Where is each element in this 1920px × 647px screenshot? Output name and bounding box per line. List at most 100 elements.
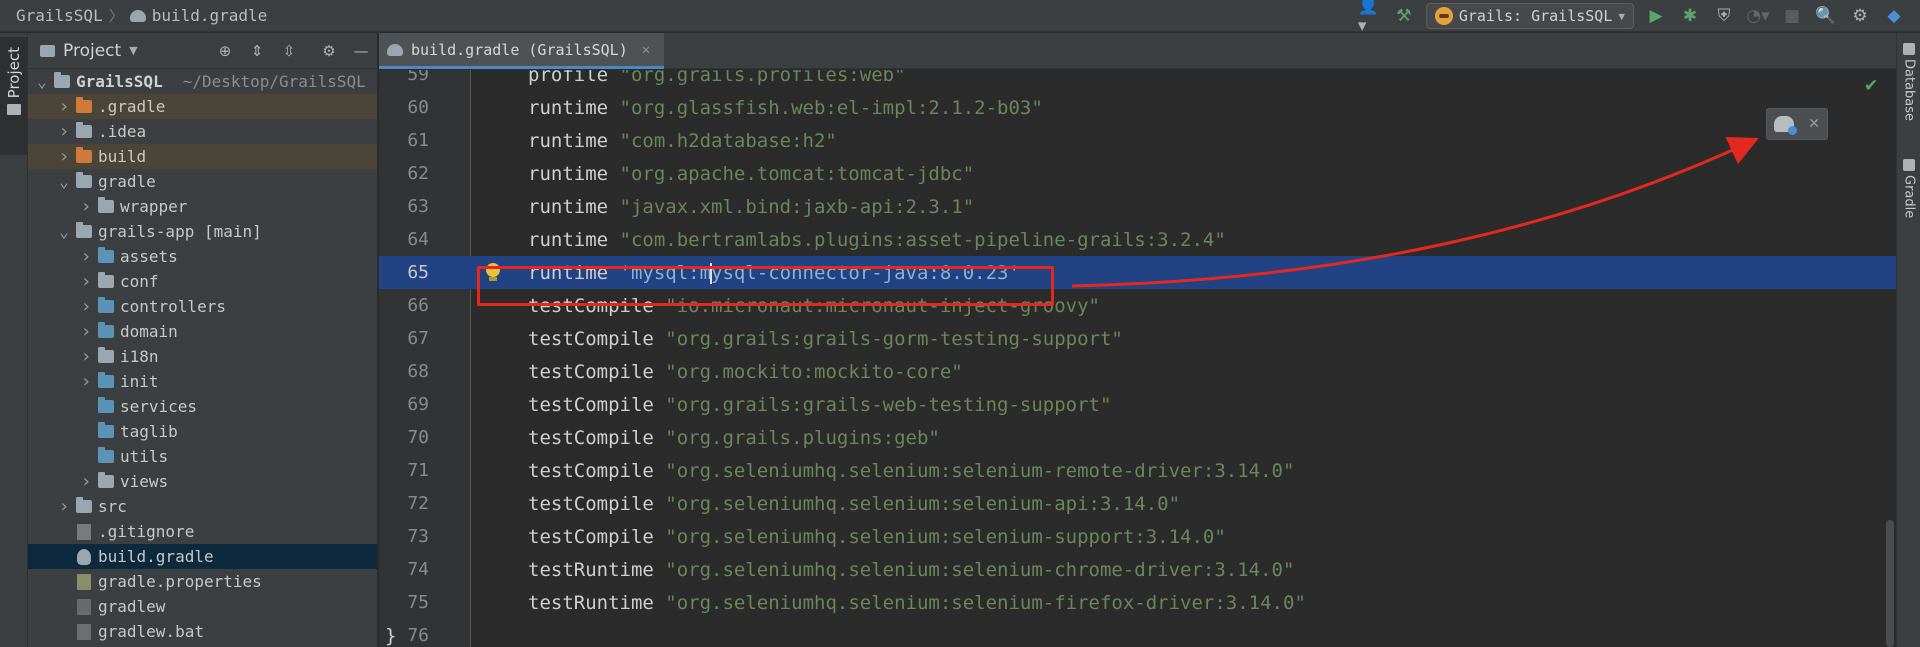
tree-item-utils[interactable]: utils	[28, 444, 377, 469]
close-icon[interactable]: ✕	[1808, 116, 1820, 132]
tree-item-gradle-properties[interactable]: gradle.properties	[28, 569, 377, 594]
code-line[interactable]: 73 testCompile "org.seleniumhq.selenium:s…	[379, 520, 1896, 553]
chevron-down-icon[interactable]: ⌄	[56, 173, 72, 189]
folder-icon	[6, 104, 21, 116]
tree-item-grailssql[interactable]: ⌄ GrailsSQL ~/Desktop/GrailsSQL	[28, 69, 377, 94]
tree-item-taglib[interactable]: taglib	[28, 419, 377, 444]
collapse-all-icon[interactable]: ⇳	[279, 41, 299, 61]
code-editor[interactable]: 59 profile "org.grails.profiles:web" 60 run…	[379, 70, 1896, 647]
folder-icon	[54, 72, 70, 88]
code-string: "org.glassfish.web:el-impl:2.1.2-b03"	[619, 96, 1043, 119]
tree-item-gradlew[interactable]: gradlew	[28, 594, 377, 619]
chevron-right-icon[interactable]: ›	[78, 196, 94, 217]
chevron-right-icon[interactable]: ›	[56, 96, 72, 117]
line-number: 64	[407, 229, 429, 250]
code-line[interactable]: 76}	[379, 619, 1896, 647]
code-line[interactable]: 60 runtime "org.glassfish.web:el-impl:2.1…	[379, 91, 1896, 124]
code-line-active[interactable]: 65 runtime 'mysql:mysql-connector-java:8.…	[379, 256, 1896, 289]
chevron-down-icon[interactable]: ⌄	[56, 223, 72, 239]
run-icon[interactable]: ▶	[1644, 4, 1668, 28]
navigation-bar: GrailsSQL 〉 build.gradle 👤▾ ⚒ Grails: Gr…	[0, 0, 1920, 36]
line-number: 74	[407, 559, 429, 580]
locate-icon[interactable]: ⊕	[215, 41, 235, 61]
breadcrumb-project[interactable]: GrailsSQL	[0, 6, 103, 25]
breadcrumb-file[interactable]: build.gradle	[129, 6, 267, 25]
code-line[interactable]: 67 testCompile "org.grails:grails-gorm-te…	[379, 322, 1896, 355]
load-gradle-changes-icon[interactable]	[1774, 116, 1798, 135]
profile-icon[interactable]: ◔▾	[1746, 4, 1770, 28]
code-line[interactable]: 72 testCompile "org.seleniumhq.selenium:s…	[379, 487, 1896, 520]
tree-item-assets[interactable]: › assets	[28, 244, 377, 269]
intention-bulb-icon[interactable]	[486, 263, 500, 281]
search-icon[interactable]: 🔍	[1814, 4, 1838, 28]
project-view-selector[interactable]: Project ▼	[40, 41, 138, 61]
chevron-right-icon[interactable]: ›	[78, 346, 94, 367]
tree-item-services[interactable]: services	[28, 394, 377, 419]
code-line[interactable]: 68 testCompile "org.mockito:mockito-core"	[379, 355, 1896, 388]
tab-build-gradle[interactable]: build.gradle (GrailsSQL) ✕	[379, 33, 665, 69]
project-panel-tools: ⊕ ⇕ ⇳ ⚙ —	[215, 33, 371, 69]
run-configuration-select[interactable]: Grails: GrailsSQL ▼	[1425, 3, 1634, 29]
tree-item-views[interactable]: › views	[28, 469, 377, 494]
close-icon[interactable]: ✕	[642, 42, 650, 58]
code-line[interactable]: 74 testRuntime "org.seleniumhq.selenium:s…	[379, 553, 1896, 586]
hide-icon[interactable]: —	[351, 41, 371, 61]
coverage-icon[interactable]: ⛨	[1712, 4, 1736, 28]
tree-item-gradle[interactable]: › .gradle	[28, 94, 377, 119]
tree-item-conf[interactable]: › conf	[28, 269, 377, 294]
code-keyword: }	[385, 624, 397, 647]
tree-item-init[interactable]: › init	[28, 369, 377, 394]
expand-all-icon[interactable]: ⇕	[247, 41, 267, 61]
gear-icon[interactable]: ⚙	[319, 41, 339, 61]
tree-item-i18n[interactable]: › i18n	[28, 344, 377, 369]
tree-item-gradlew-bat[interactable]: gradlew.bat	[28, 619, 377, 644]
tree-item-domain[interactable]: › domain	[28, 319, 377, 344]
code-line[interactable]: 63 runtime "javax.xml.bind:jaxb-api:2.3.1…	[379, 190, 1896, 223]
user-icon[interactable]: 👤▾	[1358, 0, 1382, 36]
plugin-icon[interactable]: ◆	[1882, 4, 1906, 28]
code-text: testCompile "io.micronaut:micronaut-inje…	[528, 295, 1100, 317]
hammer-icon[interactable]: ⚒	[1392, 4, 1416, 28]
code-line[interactable]: 66 testCompile "io.micronaut:micronaut-in…	[379, 289, 1896, 322]
stop-icon[interactable]: ■	[1780, 4, 1804, 28]
tree-item-idea[interactable]: › .idea	[28, 119, 377, 144]
database-tool-tab[interactable]: Database	[1897, 39, 1920, 121]
code-line[interactable]: 71 testCompile "org.seleniumhq.selenium:s…	[379, 454, 1896, 487]
chevron-right-icon[interactable]: ›	[78, 321, 94, 342]
code-line[interactable]: 62 runtime "org.apache.tomcat:tomcat-jdbc…	[379, 157, 1896, 190]
code-string: "org.seleniumhq.selenium:selenium-suppor…	[665, 525, 1226, 548]
inspection-ok-icon[interactable]: ✔	[1864, 76, 1878, 96]
tree-item-build[interactable]: › build	[28, 144, 377, 169]
code-line[interactable]: 75 testRuntime "org.seleniumhq.selenium:s…	[379, 586, 1896, 619]
chevron-down-icon[interactable]: ⌄	[34, 73, 50, 89]
tree-item-grails-app-main[interactable]: ⌄ grails-app [main]	[28, 219, 377, 244]
chevron-right-icon[interactable]: ›	[56, 121, 72, 142]
editor-scrollbar[interactable]	[1886, 520, 1894, 647]
chevron-right-icon[interactable]: ›	[78, 296, 94, 317]
tree-item-gitignore[interactable]: .gitignore	[28, 519, 377, 544]
chevron-right-icon[interactable]: ›	[78, 246, 94, 267]
code-text: runtime 'mysql:mysql-connector-java:8.0.…	[528, 262, 1020, 284]
debug-icon[interactable]: ✱	[1678, 4, 1702, 28]
chevron-right-icon[interactable]: ›	[78, 371, 94, 392]
tree-item-build-gradle[interactable]: build.gradle	[28, 544, 377, 569]
code-line[interactable]: 64 runtime "com.bertramlabs.plugins:asset…	[379, 223, 1896, 256]
code-line[interactable]: 70 testCompile "org.grails.plugins:geb"	[379, 421, 1896, 454]
chevron-right-icon[interactable]: ›	[56, 496, 72, 517]
tree-item-wrapper[interactable]: › wrapper	[28, 194, 377, 219]
tree-item-src[interactable]: › src	[28, 494, 377, 519]
code-string: "org.seleniumhq.selenium:selenium-chrome…	[665, 558, 1295, 581]
tree-item-controllers[interactable]: › controllers	[28, 294, 377, 319]
chevron-right-icon[interactable]: ›	[56, 146, 72, 167]
settings-icon[interactable]: ⚙	[1848, 4, 1872, 28]
chevron-right-icon[interactable]: ›	[78, 471, 94, 492]
project-tool-tab[interactable]: Project	[0, 37, 27, 155]
code-line[interactable]: 59 profile "org.grails.profiles:web"	[379, 70, 1896, 91]
line-number: 63	[407, 196, 429, 217]
code-line[interactable]: 61 runtime "com.h2database:h2"	[379, 124, 1896, 157]
tree-item-gradle[interactable]: ⌄ gradle	[28, 169, 377, 194]
code-line[interactable]: 69 testCompile "org.grails:grails-web-tes…	[379, 388, 1896, 421]
chevron-right-icon[interactable]: ›	[78, 271, 94, 292]
breadcrumb: GrailsSQL 〉 build.gradle	[0, 5, 267, 26]
gradle-tool-tab[interactable]: Gradle	[1897, 155, 1920, 218]
